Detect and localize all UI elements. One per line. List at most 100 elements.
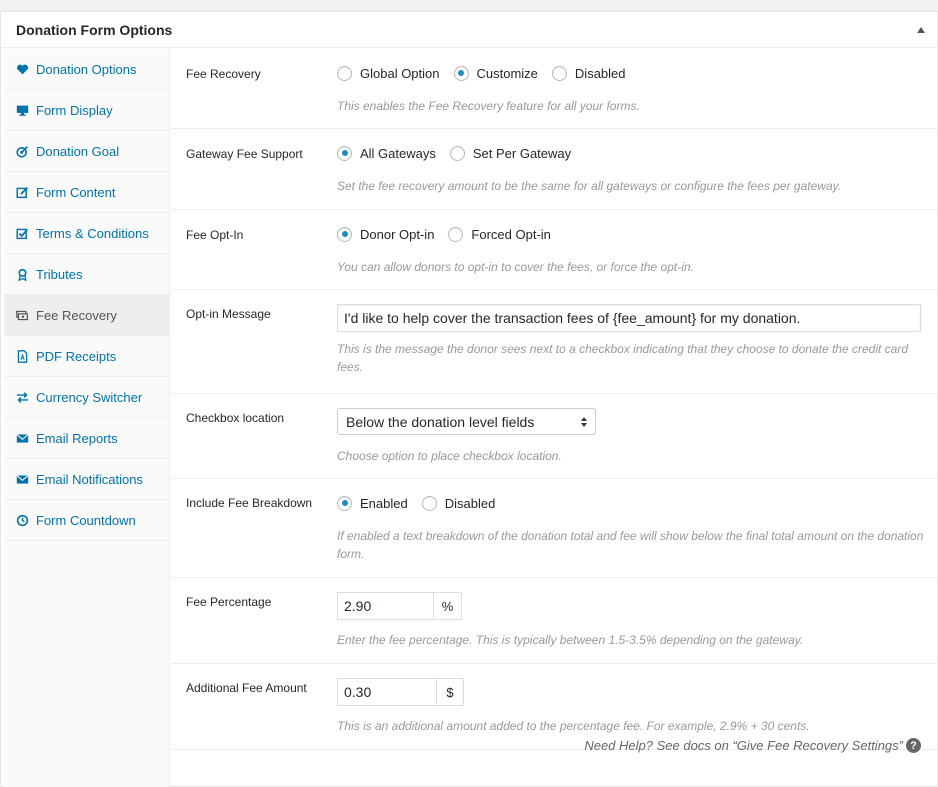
email-icon [14,430,30,446]
checkbox-location-row: Checkbox location Below the donation lev… [171,394,937,479]
fee-opt-in-description: You can allow donors to opt-in to cover … [337,260,694,274]
sidebar-item-label: PDF Receipts [36,348,117,364]
radio-label: Set Per Gateway [472,145,572,161]
sidebar-item-label: Tributes [36,266,83,282]
opt-in-message-description: This is the message the donor sees next … [337,342,909,374]
fee-breakdown-label: Include Fee Breakdown [186,496,313,510]
additional-fee-input[interactable]: 0.30 [337,678,437,706]
radio-circle[interactable] [337,65,352,81]
fee-percentage-description: Enter the fee percentage. This is typica… [337,633,804,647]
sidebar-item-label: Form Countdown [36,512,136,528]
edit-icon [14,184,30,200]
fee-opt-in-label: Fee Opt-In [186,228,244,242]
sidebar-item-tributes[interactable]: Tributes [4,254,169,295]
radio-label: Forced Opt-in [471,226,551,242]
radio-all-gateways[interactable]: All Gateways [337,145,436,161]
radio-label: Disabled [574,65,626,81]
fee-recovery-label: Fee Recovery [186,67,261,81]
sidebar-item-fee-recovery[interactable]: Fee Recovery [4,295,169,336]
opt-in-message-row: Opt-in Message This is the message the d… [171,290,937,394]
radio-circle[interactable] [449,145,465,161]
sidebar-item-label: Email Reports [36,430,118,446]
fee-recovery-row: Fee Recovery Global Option Customize Dis… [171,49,937,129]
fee-opt-in-row: Fee Opt-In Donor Opt-in Forced Opt-in Yo… [171,210,937,290]
panel-header: Donation Form Options [1,12,937,48]
sidebar-item-email-reports[interactable]: Email Reports [4,418,169,459]
radio-set-per-gateway[interactable]: Set Per Gateway [449,145,572,161]
sidebar-item-currency-switcher[interactable]: Currency Switcher [4,377,169,418]
radio-disabled[interactable]: Disabled [421,495,496,511]
radio-circle[interactable] [453,65,469,81]
monitor-icon [14,102,30,118]
select-arrows-icon [581,416,587,427]
radio-disabled[interactable]: Disabled [551,65,626,81]
opt-in-message-label: Opt-in Message [186,307,271,321]
radio-circle[interactable] [337,145,352,161]
additional-fee-group: 0.30 $ [337,678,464,706]
fee-breakdown-row: Include Fee Breakdown Enabled Disabled I… [171,479,937,578]
radio-label: Enabled [360,495,408,511]
fee-percentage-input[interactable]: 2.90 [337,592,434,620]
help-link[interactable]: Need Help? See docs on “Give Fee Recover… [584,738,921,753]
fee-breakdown-description: If enabled a text breakdown of the donat… [337,529,924,561]
sidebar-item-label: Form Content [36,184,116,200]
collapse-toggle-icon[interactable] [917,26,925,33]
target-icon [14,143,30,159]
checkbox-icon [14,225,30,241]
sidebar-item-donation-goal[interactable]: Donation Goal [4,131,169,172]
sidebar-item-label: Donation Goal [36,143,120,159]
radio-circle[interactable] [448,226,464,242]
fee-percentage-label: Fee Percentage [186,595,272,609]
sidebar-item-pdf-receipts[interactable]: PDF Receipts [4,336,169,377]
gateway-fee-support-radios: All Gateways Set Per Gateway [337,143,585,163]
radio-circle[interactable] [421,495,437,511]
radio-forced-opt-in[interactable]: Forced Opt-in [448,226,551,242]
panel-title: Donation Form Options [16,21,173,38]
sidebar-item-form-countdown[interactable]: Form Countdown [4,500,169,541]
radio-enabled[interactable]: Enabled [337,495,408,511]
fee-percentage-row: Fee Percentage 2.90 % Enter the fee perc… [171,578,937,664]
radio-donor-opt-in[interactable]: Donor Opt-in [337,226,435,242]
sidebar-item-form-content[interactable]: Form Content [4,172,169,213]
radio-label: Donor Opt-in [360,226,435,242]
checkbox-location-label: Checkbox location [186,411,285,425]
options-content: Fee Recovery Global Option Customize Dis… [171,49,937,750]
sidebar-item-terms-conditions[interactable]: Terms & Conditions [4,213,169,254]
dollar-addon: $ [437,678,464,706]
money-icon [14,307,30,323]
gateway-fee-support-label: Gateway Fee Support [186,147,303,161]
sidebar-item-donation-options[interactable]: Donation Options [4,49,169,90]
sidebar-item-label: Form Display [36,102,113,118]
fee-breakdown-radios: Enabled Disabled [337,493,509,513]
gateway-fee-support-description: Set the fee recovery amount to be the sa… [337,179,842,193]
sidebar-item-label: Terms & Conditions [36,225,149,241]
sidebar-item-email-notifications[interactable]: Email Notifications [4,459,169,500]
donation-form-options-panel: Donation Form Options Donation Options F… [0,11,938,787]
fee-percentage-group: 2.90 % [337,592,462,620]
sidebar-item-label: Email Notifications [36,471,143,487]
sidebar-item-form-display[interactable]: Form Display [4,90,169,131]
radio-circle[interactable] [337,495,352,511]
opt-in-message-input[interactable] [337,304,921,332]
additional-fee-label: Additional Fee Amount [186,681,307,695]
help-text[interactable]: Need Help? See docs on “Give Fee Recover… [584,738,903,753]
fee-recovery-description: This enables the Fee Recovery feature fo… [337,99,640,113]
fee-opt-in-radios: Donor Opt-in Forced Opt-in [337,224,565,244]
help-question-icon[interactable]: ? [906,738,921,753]
select-value: Below the donation level fields [346,413,535,430]
sidebar-item-label: Fee Recovery [36,307,117,323]
radio-label: Disabled [444,495,496,511]
radio-circle[interactable] [551,65,567,81]
radio-label: Customize [476,65,538,81]
radio-circle[interactable] [337,226,352,242]
options-sidebar: Donation Options Form Display Donation G… [4,49,170,787]
radio-label: All Gateways [360,145,436,161]
checkbox-location-select[interactable]: Below the donation level fields [337,408,596,435]
heart-icon [14,61,30,77]
clock-icon [14,512,30,528]
checkbox-location-description: Choose option to place checkbox location… [337,449,562,463]
sidebar-item-label: Currency Switcher [36,389,143,405]
pdf-icon [14,348,30,364]
radio-global-option[interactable]: Global Option [337,65,440,81]
radio-customize[interactable]: Customize [453,65,538,81]
